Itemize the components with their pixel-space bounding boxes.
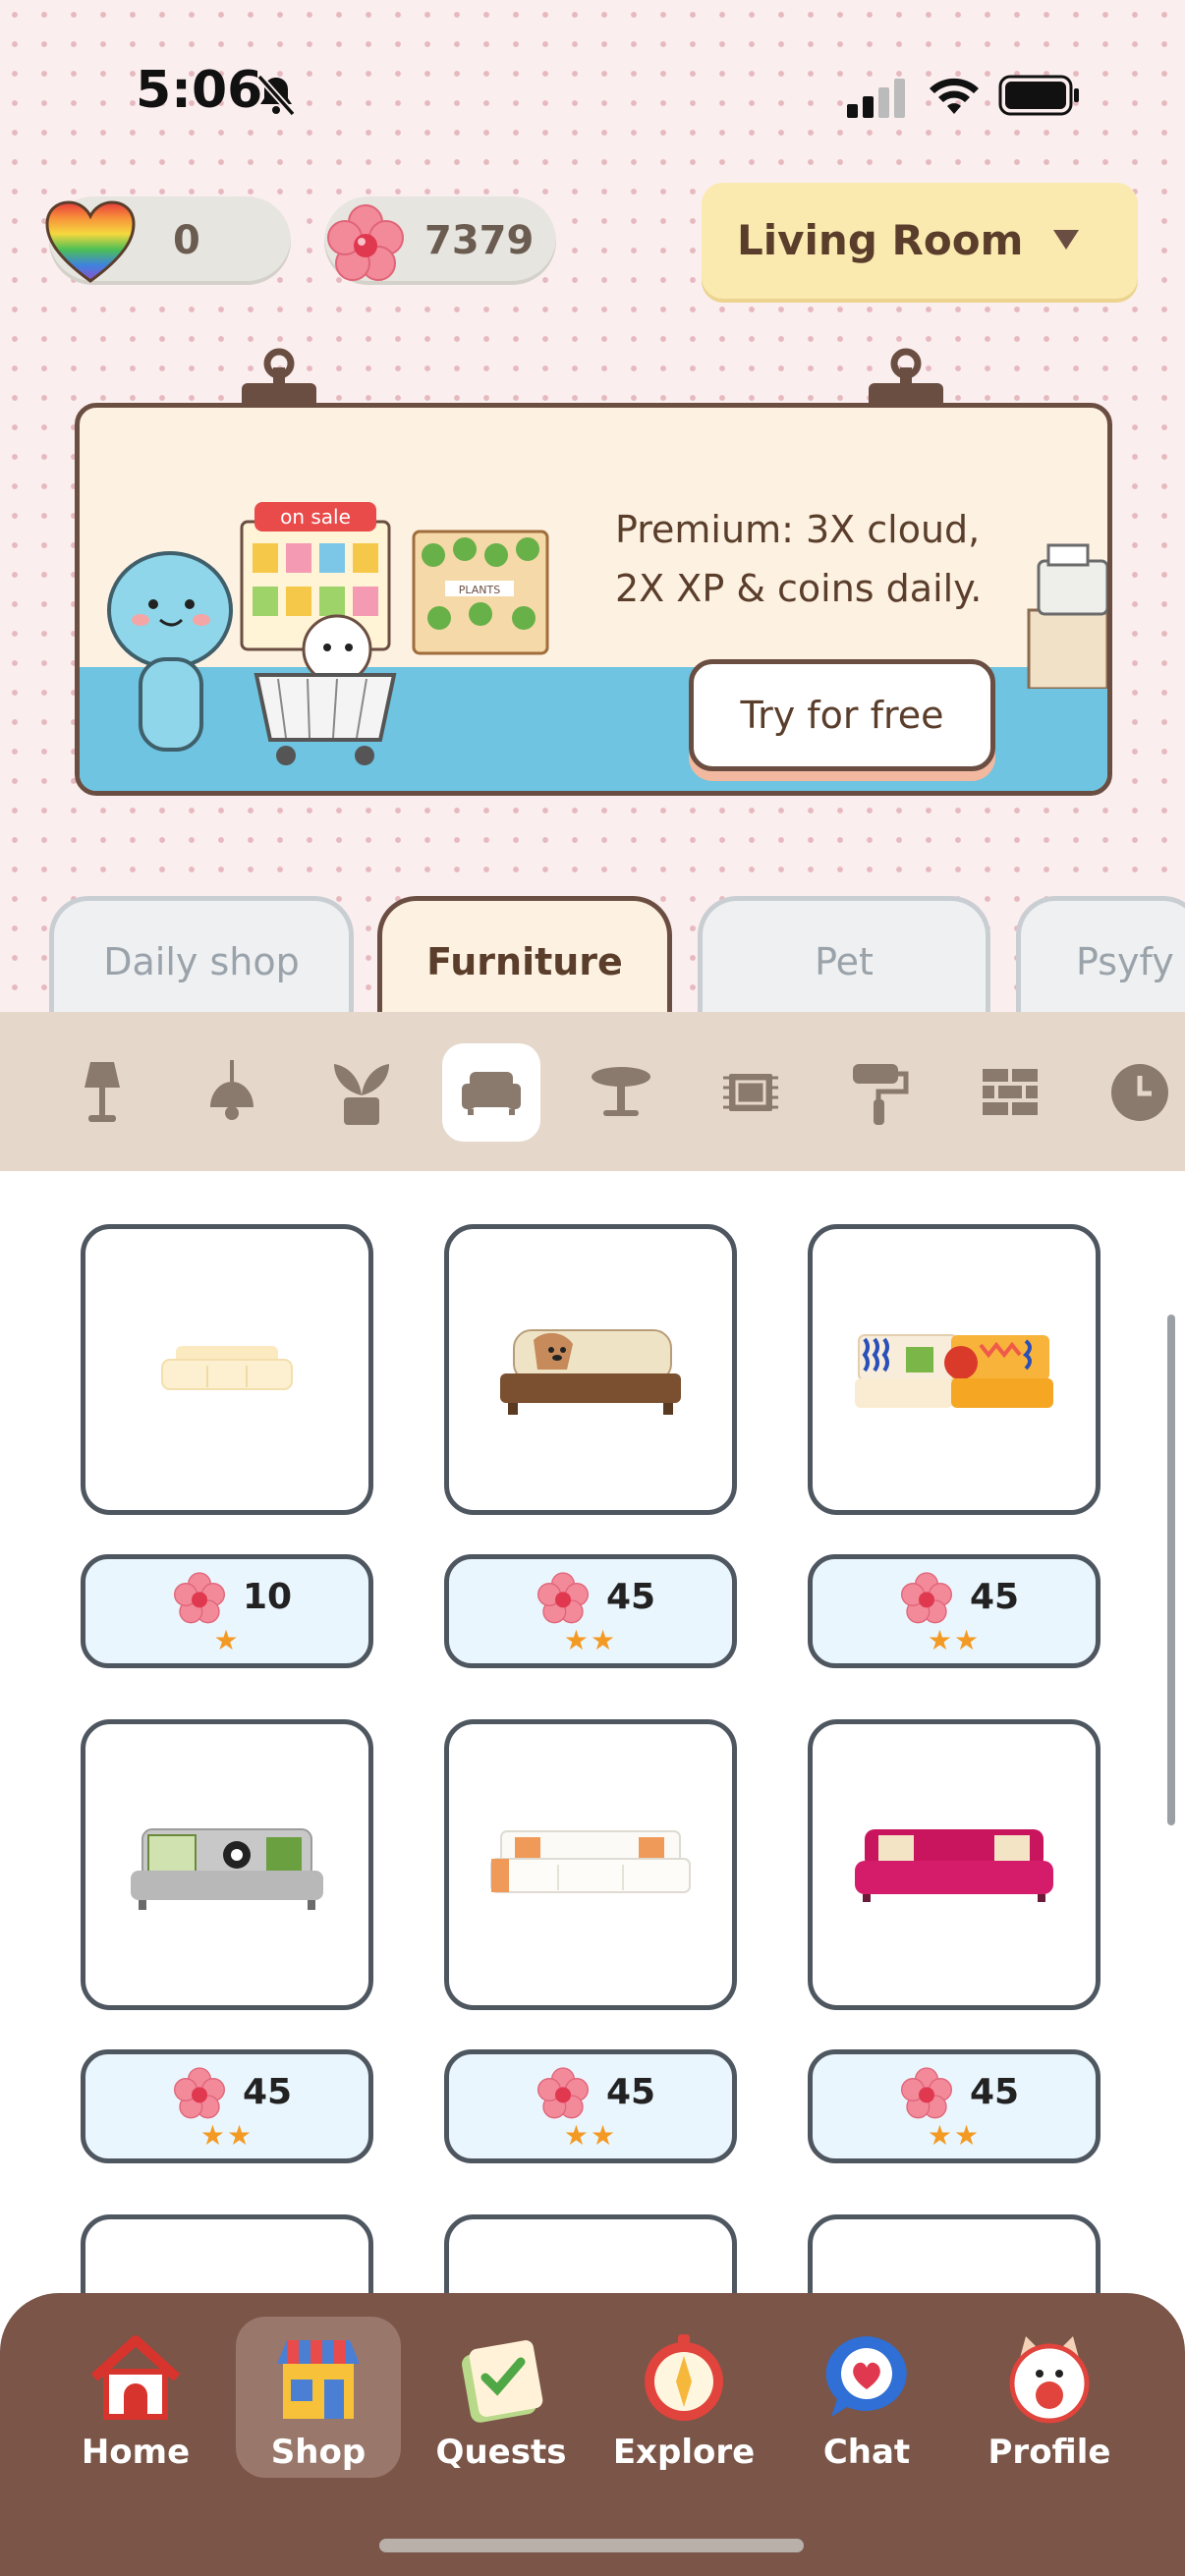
banner-line-2: 2X XP & coins daily. [615,567,983,610]
star-rating: ★★ [199,2119,254,2152]
nav-chat-label: Chat [822,2433,911,2472]
white-sofa-image [490,1830,691,1893]
status-time: 5:06 [136,61,263,120]
nav-shop[interactable]: Shop [236,2317,401,2478]
cream-sofa-image [161,1346,293,1390]
bottom-nav: Home Shop Quests Explore Chat Profile [0,2293,1185,2576]
nav-profile[interactable]: Profile [967,2317,1132,2478]
tab-daily-shop-label: Daily shop [103,940,300,983]
chat-heart-icon [825,2336,907,2417]
star-rating: ★★ [563,2119,618,2152]
clock-icon[interactable] [1091,1043,1185,1142]
svg-text:PLANTS: PLANTS [459,584,500,596]
floor-lamp-icon[interactable] [53,1043,151,1142]
plant-icon[interactable] [312,1043,411,1142]
price-value: 45 [606,2072,656,2112]
flower-coin-icon [537,2067,589,2119]
cash-register-illustration [1027,543,1107,689]
paint-roller-icon[interactable] [831,1043,930,1142]
price-tag[interactable]: 45 ★★ [81,2049,373,2163]
checklist-icon [462,2340,543,2423]
category-bar [0,1012,1185,1171]
flower-coin-icon [327,204,404,281]
nav-quests-label: Quests [435,2433,567,2472]
nav-shop-label: Shop [270,2433,367,2472]
ceiling-lamp-icon[interactable] [183,1043,281,1142]
price-tag[interactable]: 45 ★★ [808,1554,1100,1668]
hearts-value: 0 [173,218,200,263]
rug-icon[interactable] [702,1043,800,1142]
nav-explore[interactable]: Explore [601,2317,766,2478]
flower-coin-icon [901,1572,952,1624]
magenta-sofa-image [855,1829,1053,1902]
nav-chat[interactable]: Chat [784,2317,949,2478]
patterned-sofa-image [855,1334,1053,1408]
premium-banner[interactable]: on sale PLANTS Premium: 3X cloud, 2X XP … [75,403,1112,796]
wifi-icon [930,78,979,114]
flower-coin-icon [174,2067,225,2119]
tab-furniture-label: Furniture [426,940,623,983]
nav-profile-label: Profile [988,2433,1111,2472]
house-icon [90,2335,181,2420]
price-tag[interactable]: 10 ★ [81,1554,373,1668]
price-value: 45 [970,1577,1020,1617]
brick-wall-icon[interactable] [961,1043,1059,1142]
tab-pet-label: Pet [815,940,874,983]
tab-psyfy-label: Psyfy [1076,940,1174,983]
cat-avatar-icon [1009,2336,1090,2424]
bell-muted-icon [256,74,296,117]
flower-coin-icon [174,1572,225,1624]
sofa-icon[interactable] [442,1043,540,1142]
try-for-free-button[interactable]: Try for free [689,659,995,771]
banner-line-1: Premium: 3X cloud, [615,508,981,551]
banner-promo-text: Premium: 3X cloud, 2X XP & coins daily. [615,500,982,618]
shopping-scene-illustration: on sale PLANTS [107,502,549,765]
room-selector-label: Living Room [737,216,1024,264]
item-card-dog-sofa[interactable] [444,1224,737,1515]
star-rating: ★★ [927,1624,982,1656]
room-selector[interactable]: Living Room [702,183,1138,299]
flowers-value: 7379 [424,218,535,263]
caret-down-icon [1053,230,1079,250]
star-rating: ★ [213,1624,241,1656]
price-value: 10 [243,1577,293,1617]
price-value: 45 [606,1577,656,1617]
nav-home-label: Home [81,2433,191,2472]
item-card-magenta-sofa[interactable] [808,1719,1100,2010]
item-card-white-sofa[interactable] [444,1719,737,2010]
price-tag[interactable]: 45 ★★ [808,2049,1100,2163]
scrollbar[interactable] [1167,1315,1175,1825]
item-card-grey-sofa[interactable] [81,1719,373,2010]
star-rating: ★★ [927,2119,982,2152]
item-card-patterned-sofa[interactable] [808,1224,1100,1515]
price-value: 45 [970,2072,1020,2112]
try-for-free-label: Try for free [740,694,944,737]
shop-icon [277,2340,360,2419]
home-indicator [379,2539,804,2552]
grey-sofa-image [131,1828,323,1910]
flower-coin-icon [537,1572,589,1624]
price-tag[interactable]: 45 ★★ [444,2049,737,2163]
nav-quests[interactable]: Quests [419,2317,584,2478]
flower-coin-icon [901,2067,952,2119]
battery-icon [998,75,1079,116]
compass-icon [645,2334,723,2421]
star-rating: ★★ [563,1624,618,1656]
table-icon[interactable] [572,1043,670,1142]
dog-sofa-image [500,1329,681,1415]
nav-explore-label: Explore [612,2433,756,2472]
rainbow-heart-icon [45,200,136,283]
cell-signal-icon [847,79,905,118]
price-value: 45 [243,2072,293,2112]
svg-text:on sale: on sale [280,505,351,529]
price-tag[interactable]: 45 ★★ [444,1554,737,1668]
item-card-cream-sofa[interactable] [81,1224,373,1515]
nav-home[interactable]: Home [53,2317,218,2478]
